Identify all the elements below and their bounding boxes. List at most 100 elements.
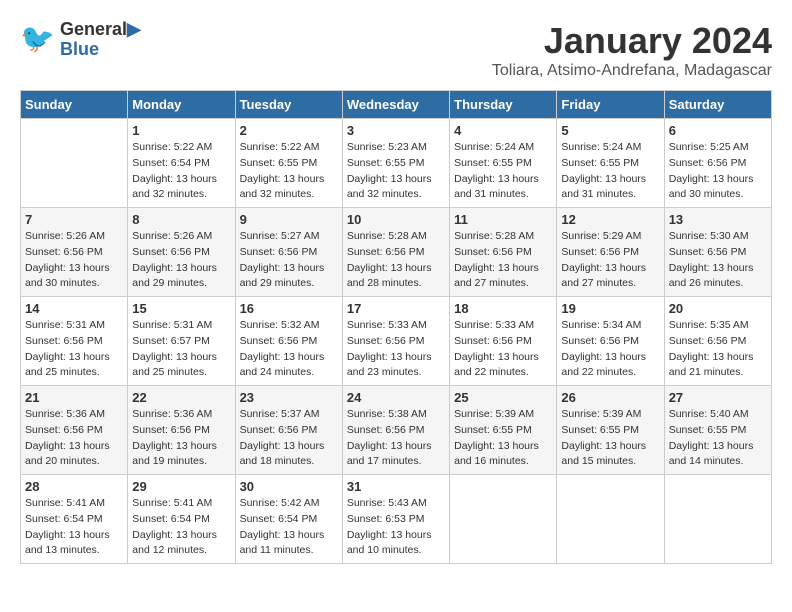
week-row-3: 14Sunrise: 5:31 AM Sunset: 6:56 PM Dayli… xyxy=(21,297,772,386)
day-info: Sunrise: 5:42 AM Sunset: 6:54 PM Dayligh… xyxy=(240,496,338,559)
day-info: Sunrise: 5:23 AM Sunset: 6:55 PM Dayligh… xyxy=(347,140,445,203)
col-header-sunday: Sunday xyxy=(21,91,128,119)
day-info: Sunrise: 5:36 AM Sunset: 6:56 PM Dayligh… xyxy=(25,407,123,470)
day-number: 4 xyxy=(454,123,552,138)
day-number: 9 xyxy=(240,212,338,227)
day-info: Sunrise: 5:22 AM Sunset: 6:55 PM Dayligh… xyxy=(240,140,338,203)
calendar-cell: 18Sunrise: 5:33 AM Sunset: 6:56 PM Dayli… xyxy=(450,297,557,386)
col-header-friday: Friday xyxy=(557,91,664,119)
calendar-cell: 23 Sunrise: 5:37 AM Sunset: 6:56 PM Dayli… xyxy=(235,386,342,475)
day-number: 23 xyxy=(240,390,338,405)
calendar-cell: 21Sunrise: 5:36 AM Sunset: 6:56 PM Dayli… xyxy=(21,386,128,475)
calendar-title: January 2024 xyxy=(492,20,772,62)
day-number: 30 xyxy=(240,479,338,494)
day-number: 13 xyxy=(669,212,767,227)
calendar-subtitle: Toliara, Atsimo-Andrefana, Madagascar xyxy=(492,62,772,80)
calendar-cell: 22 Sunrise: 5:36 AM Sunset: 6:56 PM Dayli… xyxy=(128,386,235,475)
day-info: Sunrise: 5:30 AM Sunset: 6:56 PM Dayligh… xyxy=(669,229,767,292)
calendar-cell: 5Sunrise: 5:24 AM Sunset: 6:55 PM Daylig… xyxy=(557,119,664,208)
day-info: Sunrise: 5:28 AM Sunset: 6:56 PM Dayligh… xyxy=(454,229,552,292)
logo-bird-icon: 🐦 xyxy=(20,20,56,59)
day-info: Sunrise: 5:25 AM Sunset: 6:56 PM Dayligh… xyxy=(669,140,767,203)
day-info: Sunrise: 5:27 AM Sunset: 6:56 PM Dayligh… xyxy=(240,229,338,292)
day-info: Sunrise: 5:35 AM Sunset: 6:56 PM Dayligh… xyxy=(669,318,767,381)
day-info: Sunrise: 5:22 AM Sunset: 6:54 PM Dayligh… xyxy=(132,140,230,203)
day-info: Sunrise: 5:31 AM Sunset: 6:57 PM Dayligh… xyxy=(132,318,230,381)
logo: 🐦 General▶ Blue xyxy=(20,20,141,60)
calendar-cell: 29 Sunrise: 5:41 AM Sunset: 6:54 PM Dayli… xyxy=(128,475,235,564)
day-info: Sunrise: 5:34 AM Sunset: 6:56 PM Dayligh… xyxy=(561,318,659,381)
day-number: 11 xyxy=(454,212,552,227)
calendar-cell xyxy=(450,475,557,564)
page-header: 🐦 General▶ Blue January 2024 Toliara, At… xyxy=(20,20,772,80)
day-number: 17 xyxy=(347,301,445,316)
day-number: 14 xyxy=(25,301,123,316)
col-header-wednesday: Wednesday xyxy=(342,91,449,119)
calendar-cell xyxy=(21,119,128,208)
calendar-cell: 11 Sunrise: 5:28 AM Sunset: 6:56 PM Dayli… xyxy=(450,208,557,297)
calendar-header-row: SundayMondayTuesdayWednesdayThursdayFrid… xyxy=(21,91,772,119)
day-number: 29 xyxy=(132,479,230,494)
logo-line2: Blue xyxy=(60,40,141,60)
calendar-cell: 4Sunrise: 5:24 AM Sunset: 6:55 PM Daylig… xyxy=(450,119,557,208)
calendar-cell xyxy=(557,475,664,564)
day-number: 25 xyxy=(454,390,552,405)
day-info: Sunrise: 5:24 AM Sunset: 6:55 PM Dayligh… xyxy=(561,140,659,203)
day-info: Sunrise: 5:36 AM Sunset: 6:56 PM Dayligh… xyxy=(132,407,230,470)
day-info: Sunrise: 5:41 AM Sunset: 6:54 PM Dayligh… xyxy=(132,496,230,559)
calendar-cell: 9 Sunrise: 5:27 AM Sunset: 6:56 PM Daylig… xyxy=(235,208,342,297)
col-header-thursday: Thursday xyxy=(450,91,557,119)
calendar-cell: 2Sunrise: 5:22 AM Sunset: 6:55 PM Daylig… xyxy=(235,119,342,208)
day-info: Sunrise: 5:33 AM Sunset: 6:56 PM Dayligh… xyxy=(347,318,445,381)
day-info: Sunrise: 5:41 AM Sunset: 6:54 PM Dayligh… xyxy=(25,496,123,559)
calendar-cell: 24Sunrise: 5:38 AM Sunset: 6:56 PM Dayli… xyxy=(342,386,449,475)
week-row-5: 28 Sunrise: 5:41 AM Sunset: 6:54 PM Dayli… xyxy=(21,475,772,564)
calendar-cell: 26 Sunrise: 5:39 AM Sunset: 6:55 PM Dayli… xyxy=(557,386,664,475)
day-info: Sunrise: 5:28 AM Sunset: 6:56 PM Dayligh… xyxy=(347,229,445,292)
day-info: Sunrise: 5:26 AM Sunset: 6:56 PM Dayligh… xyxy=(132,229,230,292)
day-number: 10 xyxy=(347,212,445,227)
day-info: Sunrise: 5:37 AM Sunset: 6:56 PM Dayligh… xyxy=(240,407,338,470)
calendar-cell: 13 Sunrise: 5:30 AM Sunset: 6:56 PM Dayli… xyxy=(664,208,771,297)
day-info: Sunrise: 5:39 AM Sunset: 6:55 PM Dayligh… xyxy=(454,407,552,470)
day-info: Sunrise: 5:32 AM Sunset: 6:56 PM Dayligh… xyxy=(240,318,338,381)
day-number: 20 xyxy=(669,301,767,316)
day-number: 12 xyxy=(561,212,659,227)
day-info: Sunrise: 5:29 AM Sunset: 6:56 PM Dayligh… xyxy=(561,229,659,292)
day-number: 16 xyxy=(240,301,338,316)
day-number: 22 xyxy=(132,390,230,405)
day-info: Sunrise: 5:39 AM Sunset: 6:55 PM Dayligh… xyxy=(561,407,659,470)
calendar-cell xyxy=(664,475,771,564)
day-number: 18 xyxy=(454,301,552,316)
col-header-monday: Monday xyxy=(128,91,235,119)
calendar-cell: 15 Sunrise: 5:31 AM Sunset: 6:57 PM Dayli… xyxy=(128,297,235,386)
day-number: 8 xyxy=(132,212,230,227)
day-number: 6 xyxy=(669,123,767,138)
day-number: 27 xyxy=(669,390,767,405)
day-number: 15 xyxy=(132,301,230,316)
day-number: 26 xyxy=(561,390,659,405)
day-info: Sunrise: 5:40 AM Sunset: 6:55 PM Dayligh… xyxy=(669,407,767,470)
day-number: 28 xyxy=(25,479,123,494)
week-row-1: 1 Sunrise: 5:22 AM Sunset: 6:54 PM Daylig… xyxy=(21,119,772,208)
calendar-cell: 17 Sunrise: 5:33 AM Sunset: 6:56 PM Dayli… xyxy=(342,297,449,386)
calendar-cell: 16 Sunrise: 5:32 AM Sunset: 6:56 PM Dayli… xyxy=(235,297,342,386)
calendar-cell: 19Sunrise: 5:34 AM Sunset: 6:56 PM Dayli… xyxy=(557,297,664,386)
calendar-cell: 31Sunrise: 5:43 AM Sunset: 6:53 PM Dayli… xyxy=(342,475,449,564)
svg-text:🐦: 🐦 xyxy=(20,23,55,54)
day-number: 1 xyxy=(132,123,230,138)
calendar-cell: 3Sunrise: 5:23 AM Sunset: 6:55 PM Daylig… xyxy=(342,119,449,208)
logo-line1: General▶ xyxy=(60,20,141,40)
day-number: 31 xyxy=(347,479,445,494)
week-row-4: 21Sunrise: 5:36 AM Sunset: 6:56 PM Dayli… xyxy=(21,386,772,475)
title-area: January 2024 Toliara, Atsimo-Andrefana, … xyxy=(492,20,772,80)
day-number: 7 xyxy=(25,212,123,227)
calendar-cell: 25 Sunrise: 5:39 AM Sunset: 6:55 PM Dayli… xyxy=(450,386,557,475)
calendar-cell: 12 Sunrise: 5:29 AM Sunset: 6:56 PM Dayli… xyxy=(557,208,664,297)
calendar-table: SundayMondayTuesdayWednesdayThursdayFrid… xyxy=(20,90,772,564)
calendar-cell: 7Sunrise: 5:26 AM Sunset: 6:56 PM Daylig… xyxy=(21,208,128,297)
col-header-tuesday: Tuesday xyxy=(235,91,342,119)
calendar-cell: 8 Sunrise: 5:26 AM Sunset: 6:56 PM Daylig… xyxy=(128,208,235,297)
calendar-cell: 10 Sunrise: 5:28 AM Sunset: 6:56 PM Dayli… xyxy=(342,208,449,297)
calendar-cell: 28 Sunrise: 5:41 AM Sunset: 6:54 PM Dayli… xyxy=(21,475,128,564)
